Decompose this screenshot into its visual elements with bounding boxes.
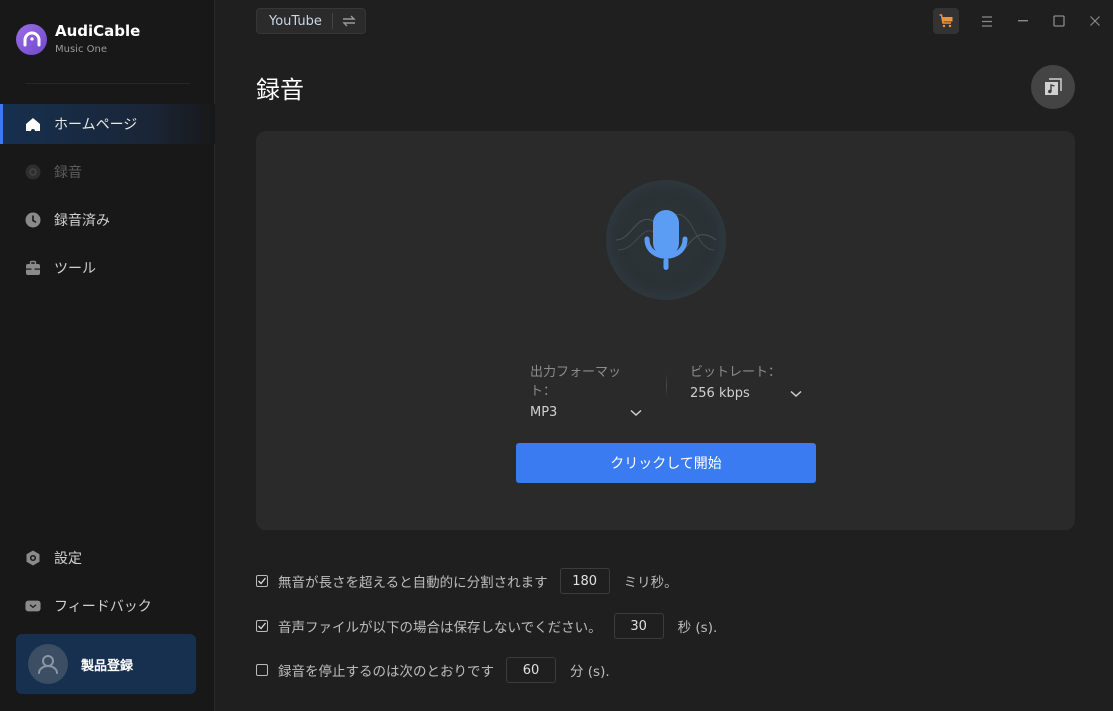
app-subtitle: Music One <box>55 44 107 55</box>
page-title: 録音 <box>256 76 304 104</box>
checkmark-icon <box>258 577 267 585</box>
chevron-down-icon <box>790 390 802 397</box>
bitrate-value: 256 kbps <box>690 386 750 401</box>
sidebar-item-label: ツール <box>54 261 96 277</box>
minimize-button[interactable] <box>1005 8 1041 34</box>
maximize-icon <box>1053 15 1065 27</box>
clock-icon <box>25 212 41 228</box>
menu-icon <box>982 15 992 27</box>
music-library-icon <box>1045 78 1062 95</box>
sidebar-item-label: 録音済み <box>54 213 110 229</box>
sidebar-item-settings[interactable]: 設定 <box>0 538 215 578</box>
min-length-input[interactable] <box>613 613 664 639</box>
option-unit: ミリ秒。 <box>623 575 678 591</box>
source-switcher[interactable]: YouTube <box>256 8 366 34</box>
cart-button[interactable] <box>933 8 959 34</box>
app-name: AudiCable <box>55 22 141 40</box>
source-label: YouTube <box>269 13 322 29</box>
window-controls <box>933 8 1113 34</box>
output-format-label: 出力フォーマット： <box>530 365 622 399</box>
option-unit: 分 (s). <box>570 664 610 680</box>
home-icon <box>25 116 41 132</box>
microphone-icon <box>615 210 717 270</box>
minimize-icon <box>1018 20 1028 22</box>
mail-icon <box>25 598 41 614</box>
start-recording-button[interactable]: クリックして開始 <box>516 443 816 483</box>
sidebar-nav: ホームページ 録音 録音済み ツール <box>0 104 215 296</box>
auto-stop-checkbox[interactable] <box>256 664 268 676</box>
output-format-select[interactable]: 出力フォーマット： MP3 <box>530 361 642 420</box>
option-min-length: 音声ファイルが以下の場合は保存しないでください。 秒 (s). <box>256 613 717 639</box>
option-label: 無音が長さを超えると自動的に分割されます <box>278 575 548 591</box>
settings-icon <box>25 550 41 566</box>
recording-panel: 出力フォーマット： MP3 ビットレート： 256 kbps クリックして開始 <box>256 131 1075 530</box>
sidebar: AudiCable Music One ホームページ 録音 録音済み ツール 設… <box>0 0 215 711</box>
swap-icon[interactable] <box>333 15 365 27</box>
sidebar-item-record[interactable]: 録音 <box>0 152 215 192</box>
divider <box>25 83 190 84</box>
cart-icon <box>939 14 953 28</box>
sidebar-item-label: 設定 <box>54 551 82 567</box>
bitrate-label: ビットレート： <box>690 365 782 380</box>
app-window: AudiCable Music One ホームページ 録音 録音済み ツール 設… <box>0 0 1113 711</box>
bitrate-select[interactable]: ビットレート： 256 kbps <box>690 361 802 401</box>
brand: AudiCable Music One <box>16 22 140 55</box>
toolbox-icon <box>25 260 41 276</box>
auto-stop-input[interactable] <box>506 657 556 683</box>
option-auto-stop: 録音を停止するのは次のとおりです 分 (s). <box>256 657 610 683</box>
headphones-logo-icon <box>16 24 47 55</box>
silence-duration-input[interactable] <box>559 568 610 594</box>
sidebar-item-tools[interactable]: ツール <box>0 248 215 288</box>
register-label: 製品登録 <box>81 658 134 674</box>
sidebar-item-feedback[interactable]: フィードバック <box>0 586 215 626</box>
microphone-visual <box>606 180 726 300</box>
menu-button[interactable] <box>969 8 1005 34</box>
sidebar-item-home[interactable]: ホームページ <box>0 104 215 144</box>
silence-split-checkbox[interactable] <box>256 575 268 587</box>
sidebar-bottom-nav: 設定 フィードバック <box>0 538 215 634</box>
user-icon <box>38 655 58 674</box>
register-button[interactable]: 製品登録 <box>16 634 196 694</box>
maximize-button[interactable] <box>1041 8 1077 34</box>
divider <box>666 373 667 397</box>
output-format-value: MP3 <box>530 405 558 420</box>
min-length-checkbox[interactable] <box>256 620 268 632</box>
option-unit: 秒 (s). <box>677 620 718 636</box>
option-silence-split: 無音が長さを超えると自動的に分割されます ミリ秒。 <box>256 568 678 594</box>
option-label: 音声ファイルが以下の場合は保存しないでください。 <box>278 620 602 636</box>
option-label: 録音を停止するのは次のとおりです <box>278 664 494 680</box>
sidebar-item-label: ホームページ <box>54 117 138 133</box>
music-library-button[interactable] <box>1031 65 1075 109</box>
record-icon <box>25 164 41 180</box>
sidebar-item-label: フィードバック <box>54 599 152 615</box>
checkmark-icon <box>258 622 267 630</box>
chevron-down-icon <box>630 409 642 416</box>
close-icon <box>1090 16 1100 26</box>
format-settings: 出力フォーマット： MP3 ビットレート： 256 kbps <box>530 361 810 420</box>
close-button[interactable] <box>1077 8 1113 34</box>
sidebar-item-recorded[interactable]: 録音済み <box>0 200 215 240</box>
sidebar-item-label: 録音 <box>54 165 82 181</box>
avatar <box>28 644 68 684</box>
